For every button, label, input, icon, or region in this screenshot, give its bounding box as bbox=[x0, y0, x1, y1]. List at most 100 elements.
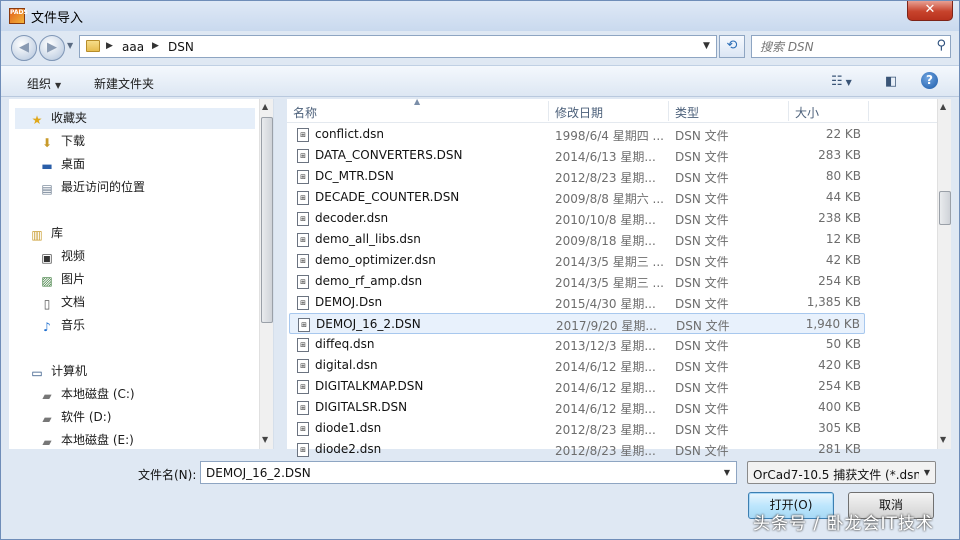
dsn-file-icon: ⊞ bbox=[297, 443, 309, 457]
file-row[interactable]: ⊞ DEMOJ_16_2.DSN 2017/9/20 星期... DSN 文件 1,94… bbox=[289, 313, 865, 334]
nav-desktop[interactable]: ▬ 桌面 bbox=[39, 154, 85, 174]
file-size: 1,385 KB bbox=[806, 295, 861, 309]
file-date: 2014/6/13 星期... bbox=[555, 150, 656, 164]
search-input[interactable] bbox=[758, 39, 928, 55]
nav-scrollbar[interactable]: ▲ ▼ bbox=[259, 99, 273, 449]
breadcrumb-arrow-icon[interactable]: ▶ bbox=[152, 41, 159, 51]
filename-field[interactable] bbox=[204, 465, 704, 481]
dsn-file-icon: ⊞ bbox=[297, 128, 309, 142]
refresh-button[interactable]: ⟲ bbox=[719, 35, 745, 58]
nav-drive-c[interactable]: ▰ 本地磁盘 (C:) bbox=[39, 384, 134, 404]
file-name: demo_all_libs.dsn bbox=[315, 232, 421, 246]
file-row[interactable]: ⊞ DATA_CONVERTERS.DSN 2014/6/13 星期... DSN 文… bbox=[289, 145, 865, 166]
file-row[interactable]: ⊞ demo_optimizer.dsn 2014/3/5 星期三 ... DSN 文… bbox=[289, 250, 865, 271]
file-name: diffeq.dsn bbox=[315, 337, 375, 351]
file-row[interactable]: ⊞ DIGITALKMAP.DSN 2014/6/12 星期... DSN 文件 254… bbox=[289, 376, 865, 397]
file-row[interactable]: ⊞ DIGITALSR.DSN 2014/6/12 星期... DSN 文件 400 K… bbox=[289, 397, 865, 418]
scroll-up-icon[interactable]: ▲ bbox=[262, 102, 268, 111]
dsn-file-icon: ⊞ bbox=[297, 422, 309, 436]
file-size: 420 KB bbox=[818, 358, 861, 372]
nav-computer[interactable]: ▭ 计算机 bbox=[29, 361, 87, 381]
dsn-file-icon: ⊞ bbox=[297, 275, 309, 289]
file-row[interactable]: ⊞ diode1.dsn 2012/8/23 星期... DSN 文件 305 KB bbox=[289, 418, 865, 439]
recent-places-icon: ▤ bbox=[41, 182, 53, 196]
filename-combo[interactable]: ▼ bbox=[200, 461, 737, 484]
picture-icon: ▨ bbox=[41, 274, 53, 288]
file-type: DSN 文件 bbox=[675, 381, 729, 395]
file-date: 2012/8/23 星期... bbox=[555, 444, 656, 458]
file-name: demo_optimizer.dsn bbox=[315, 253, 436, 267]
chevron-down-icon: ▼ bbox=[55, 81, 62, 90]
file-size: 42 KB bbox=[825, 253, 861, 267]
view-options-icon[interactable]: ☷ ▼ bbox=[831, 74, 852, 89]
nav-drive-d[interactable]: ▰ 软件 (D:) bbox=[39, 407, 111, 427]
file-date: 2014/6/12 星期... bbox=[555, 381, 656, 395]
file-type: DSN 文件 bbox=[675, 255, 729, 269]
column-size[interactable]: 大小 bbox=[795, 104, 819, 121]
breadcrumb-aaa[interactable]: aaa bbox=[122, 40, 144, 54]
file-size: 238 KB bbox=[818, 211, 861, 225]
column-name[interactable]: 名称 bbox=[293, 104, 317, 121]
search-box[interactable]: ⚲ bbox=[751, 35, 951, 58]
preview-pane-icon[interactable]: ◧ bbox=[885, 74, 897, 89]
file-row[interactable]: ⊞ demo_rf_amp.dsn 2014/3/5 星期三 ... DSN 文件 25… bbox=[289, 271, 865, 292]
nav-scrollbar-thumb[interactable] bbox=[261, 117, 273, 323]
file-list-scrollbar-thumb[interactable] bbox=[939, 191, 951, 225]
file-type: DSN 文件 bbox=[675, 444, 729, 458]
file-row[interactable]: ⊞ DEMOJ.Dsn 2015/4/30 星期... DSN 文件 1,385 KB bbox=[289, 292, 865, 313]
file-type: DSN 文件 bbox=[675, 402, 729, 416]
file-size: 305 KB bbox=[818, 421, 861, 435]
file-size: 12 KB bbox=[825, 232, 861, 246]
chevron-down-icon[interactable]: ▼ bbox=[919, 462, 935, 483]
file-row[interactable]: ⊞ demo_all_libs.dsn 2009/8/18 星期... DSN 文件 1… bbox=[289, 229, 865, 250]
column-type[interactable]: 类型 bbox=[675, 104, 699, 121]
dsn-file-icon: ⊞ bbox=[297, 170, 309, 184]
new-folder-button[interactable]: 新建文件夹 bbox=[94, 75, 154, 92]
organize-menu[interactable]: 组织 ▼ bbox=[27, 75, 61, 92]
file-date: 2014/3/5 星期三 ... bbox=[555, 276, 664, 290]
music-icon: ♪ bbox=[43, 320, 51, 334]
nav-favorites[interactable]: ★ 收藏夹 bbox=[29, 108, 87, 128]
file-row[interactable]: ⊞ decoder.dsn 2010/10/8 星期... DSN 文件 238 KB bbox=[289, 208, 865, 229]
nav-libraries[interactable]: ▥ 库 bbox=[29, 223, 63, 243]
column-date[interactable]: 修改日期 bbox=[555, 104, 603, 121]
search-icon[interactable]: ⚲ bbox=[936, 38, 946, 53]
recent-locations-dropdown[interactable]: ▼ bbox=[67, 41, 73, 50]
file-type: DSN 文件 bbox=[675, 129, 729, 143]
nav-drive-e[interactable]: ▰ 本地磁盘 (E:) bbox=[39, 430, 133, 450]
breadcrumb-arrow-icon[interactable]: ▶ bbox=[106, 41, 113, 51]
nav-pictures[interactable]: ▨ 图片 bbox=[39, 269, 85, 289]
file-row[interactable]: ⊞ DECADE_COUNTER.DSN 2009/8/8 星期六 ... DSN 文… bbox=[289, 187, 865, 208]
file-row[interactable]: ⊞ digital.dsn 2014/6/12 星期... DSN 文件 420 KB bbox=[289, 355, 865, 376]
chevron-down-icon[interactable]: ▼ bbox=[724, 468, 730, 477]
nav-recent-places[interactable]: ▤ 最近访问的位置 bbox=[39, 177, 145, 197]
scroll-down-icon[interactable]: ▼ bbox=[262, 435, 268, 444]
file-type-filter[interactable]: OrCad7-10.5 捕获文件 (*.dsn) ▼ bbox=[747, 461, 936, 484]
scroll-up-icon[interactable]: ▲ bbox=[940, 102, 946, 111]
address-bar[interactable]: ▶ aaa ▶ DSN bbox=[79, 35, 717, 58]
nav-documents[interactable]: ▯ 文档 bbox=[39, 292, 85, 312]
file-list[interactable]: ▲ 名称 修改日期 类型 大小 ⊞ conflict.dsn 1998/6/4 星期… bbox=[287, 97, 937, 458]
back-button[interactable]: ◀ bbox=[11, 35, 37, 61]
file-row[interactable]: ⊞ DC_MTR.DSN 2012/8/23 星期... DSN 文件 80 KB bbox=[289, 166, 865, 187]
file-list-scrollbar[interactable]: ▲ ▼ bbox=[937, 99, 951, 449]
file-date: 2015/4/30 星期... bbox=[555, 297, 656, 311]
scroll-down-icon[interactable]: ▼ bbox=[940, 435, 946, 444]
file-name: DIGITALKMAP.DSN bbox=[315, 379, 424, 393]
file-size: 44 KB bbox=[825, 190, 861, 204]
nav-downloads[interactable]: ⬇ 下载 bbox=[39, 131, 85, 151]
video-icon: ▣ bbox=[41, 251, 53, 265]
nav-videos[interactable]: ▣ 视频 bbox=[39, 246, 85, 266]
help-icon[interactable]: ? bbox=[921, 72, 938, 89]
file-row[interactable]: ⊞ diode2.dsn 2012/8/23 星期... DSN 文件 281 KB bbox=[289, 439, 865, 460]
forward-button[interactable]: ▶ bbox=[39, 35, 65, 61]
file-row[interactable]: ⊞ conflict.dsn 1998/6/4 星期四 ... DSN 文件 22 KB bbox=[289, 124, 865, 145]
dsn-file-icon: ⊞ bbox=[297, 191, 309, 205]
file-type: DSN 文件 bbox=[675, 234, 729, 248]
file-date: 2012/8/23 星期... bbox=[555, 423, 656, 437]
address-dropdown-icon[interactable]: ▼ bbox=[703, 41, 710, 51]
nav-music[interactable]: ♪ 音乐 bbox=[39, 315, 85, 335]
breadcrumb-dsn[interactable]: DSN bbox=[168, 40, 194, 54]
close-button[interactable]: ✕ bbox=[907, 1, 953, 21]
file-row[interactable]: ⊞ diffeq.dsn 2013/12/3 星期... DSN 文件 50 KB bbox=[289, 334, 865, 355]
